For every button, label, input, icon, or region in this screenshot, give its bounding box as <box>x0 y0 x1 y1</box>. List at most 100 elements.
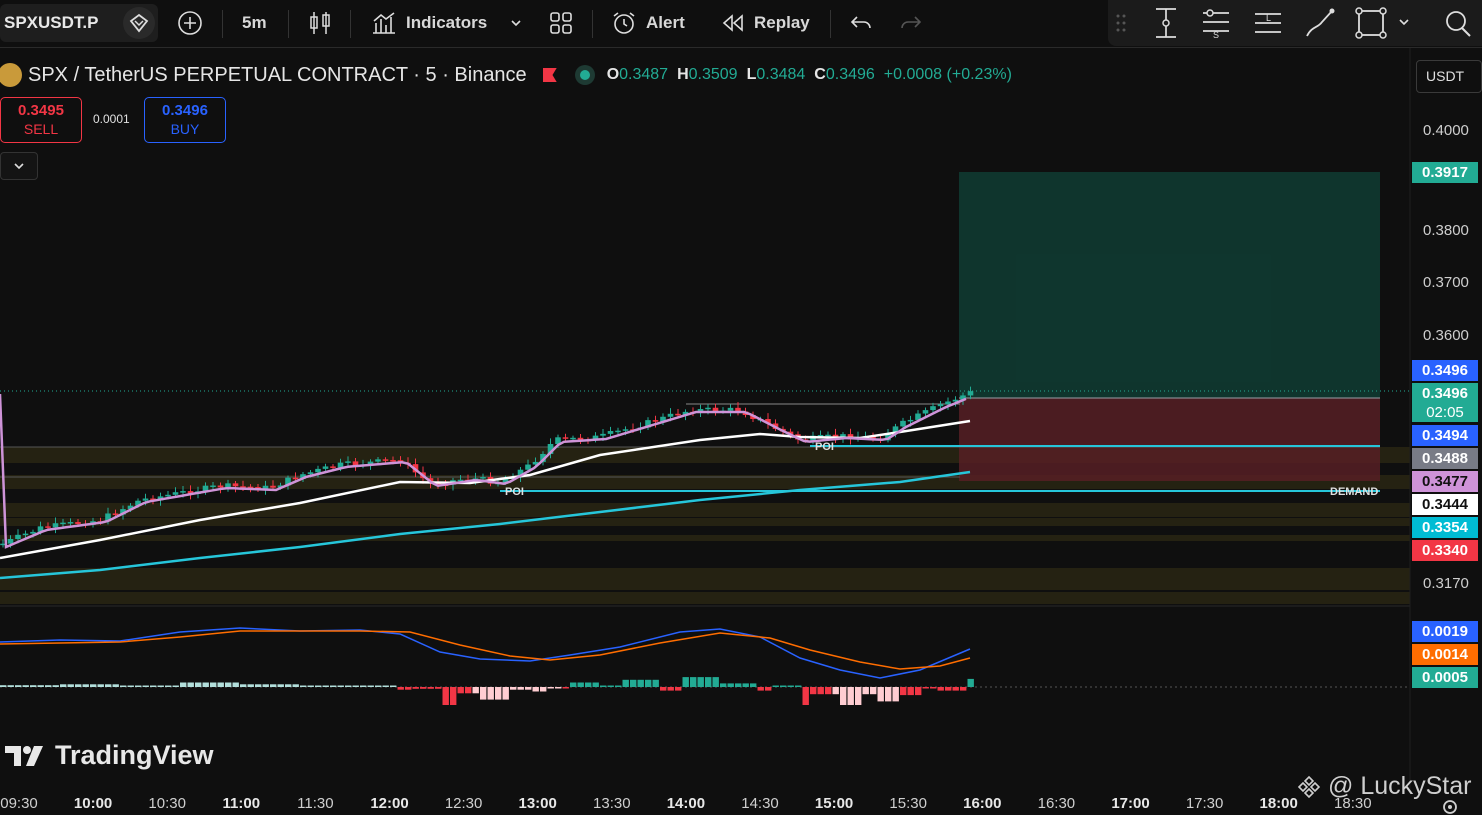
macd-histogram-bar <box>772 685 779 687</box>
symbol-description[interactable]: SPX / TetherUS PERPETUAL CONTRACT · 5 · … <box>28 64 527 87</box>
time-axis-label: 12:00 <box>370 795 409 812</box>
macd-histogram-bar <box>652 679 659 687</box>
buy-price: 0.3496 <box>162 102 208 119</box>
macd-histogram-bar <box>832 687 839 695</box>
time-axis-label: 17:00 <box>1111 795 1150 812</box>
price-axis-tag: 0.3496 <box>1412 383 1478 404</box>
macd-histogram-bar <box>217 682 224 687</box>
macd-histogram-bar <box>360 685 367 687</box>
interval-button[interactable]: 5m <box>242 0 267 46</box>
low-value: 0.3484 <box>756 66 806 83</box>
macd-histogram-bar <box>952 687 959 691</box>
layout-templates-button[interactable] <box>548 0 574 46</box>
candle-body <box>480 477 486 479</box>
time-axis-label: 15:00 <box>814 795 854 812</box>
fib-retracement-icon[interactable]: S <box>1200 6 1232 40</box>
market-open-icon <box>574 65 595 85</box>
macd-histogram-bar <box>555 687 562 689</box>
macd-histogram-bar <box>277 684 284 687</box>
drag-handle-icon[interactable] <box>1116 14 1126 32</box>
macd-histogram-bar <box>600 685 607 687</box>
time-axis-label: 18:00 <box>1259 795 1298 812</box>
macd-histogram-bar <box>540 687 547 692</box>
long-position-target-zone <box>959 172 1380 398</box>
alert-button[interactable]: Alert <box>610 0 685 46</box>
candle-body <box>22 533 29 536</box>
coin-logo-icon <box>0 63 22 87</box>
flag-icon[interactable] <box>542 68 557 82</box>
symbol-name: SPXUSDT.P <box>4 13 99 32</box>
candle-body <box>667 413 674 417</box>
demand-label: DEMAND <box>1330 486 1378 498</box>
macd-histogram-bar <box>547 687 554 689</box>
candle-body <box>67 522 74 524</box>
macd-histogram-bar <box>90 684 97 687</box>
indicators-button[interactable]: Indicators <box>370 0 523 46</box>
macd-histogram-bar <box>532 687 539 692</box>
macd-histogram-bar <box>255 684 262 687</box>
macd-histogram-bar <box>285 684 292 687</box>
vertical-line-tool-icon[interactable] <box>1150 6 1182 40</box>
macd-histogram-bar <box>682 677 689 687</box>
candle-body <box>375 459 381 462</box>
interval-label: 5m <box>242 13 267 32</box>
time-axis-label: 14:30 <box>741 795 779 812</box>
indicators-label: Indicators <box>406 13 488 32</box>
macd-histogram-bar <box>607 685 614 687</box>
chevron-down-icon[interactable] <box>1398 16 1410 28</box>
collapse-legend-button[interactable] <box>0 152 38 180</box>
zoom-icon[interactable] <box>1442 6 1474 40</box>
price-axis-tag: 0.3917 <box>1412 162 1478 183</box>
undo-button[interactable] <box>848 0 874 46</box>
price-axis-tag: 0.3488 <box>1412 448 1478 469</box>
macd-histogram-bar <box>592 682 599 687</box>
macd-histogram-bar <box>172 685 179 687</box>
long-position-icon[interactable]: L <box>1252 6 1284 40</box>
macd-histogram-bar <box>472 687 479 694</box>
rectangle-tool-icon[interactable] <box>1354 6 1388 40</box>
gear-icon[interactable] <box>1440 797 1460 815</box>
macd-histogram-bar <box>667 687 674 691</box>
time-axis-label: 10:30 <box>148 795 186 812</box>
macd-histogram-bar <box>510 687 517 690</box>
binance-logo-icon <box>1297 775 1321 798</box>
candle-body <box>727 407 734 411</box>
redo-button[interactable] <box>898 0 924 46</box>
candle-body <box>142 498 149 501</box>
candle-body <box>937 404 944 407</box>
change-value: +0.0008 (+0.23%) <box>883 66 1012 83</box>
tradingview-logo[interactable]: TradingView <box>5 740 214 771</box>
macd-histogram-bar <box>150 685 157 687</box>
macd-histogram-bar <box>525 687 532 690</box>
macd-axis-tag: 0.0005 <box>1412 667 1478 688</box>
candle-body <box>922 410 929 414</box>
candle-body <box>562 437 569 439</box>
macd-histogram-bar <box>727 683 734 687</box>
chart-type-button[interactable] <box>308 0 332 46</box>
candle-body <box>112 513 119 515</box>
macd-histogram-bar <box>900 687 907 696</box>
price-axis-label: 0.3700 <box>1423 274 1469 291</box>
macd-histogram-bar <box>645 679 652 687</box>
price-axis-label: 0.4000 <box>1423 122 1469 139</box>
macd-histogram-bar <box>757 687 764 691</box>
currency-selector[interactable]: USDT <box>1416 60 1482 93</box>
macd-histogram-bar <box>960 687 967 691</box>
macd-histogram-bar <box>450 687 457 705</box>
symbol-search-button[interactable]: SPXUSDT.P <box>0 4 158 42</box>
buy-label: BUY <box>170 121 200 137</box>
sell-button[interactable]: 0.3495 SELL <box>0 97 82 143</box>
candle-body <box>907 419 914 422</box>
macd-histogram-bar <box>675 687 682 691</box>
buy-button[interactable]: 0.3496 BUY <box>144 97 226 143</box>
diamond-tag-icon[interactable] <box>123 7 155 39</box>
candle-body <box>75 522 81 524</box>
brush-tool-icon[interactable] <box>1304 6 1338 40</box>
add-symbol-button[interactable] <box>176 0 204 46</box>
macd-histogram-bar <box>750 683 757 687</box>
replay-button[interactable]: Replay <box>720 0 810 46</box>
candle-body <box>60 522 66 525</box>
macd-histogram-bar <box>690 677 697 687</box>
macd-histogram-bar <box>712 677 719 687</box>
candle-body <box>172 492 179 495</box>
